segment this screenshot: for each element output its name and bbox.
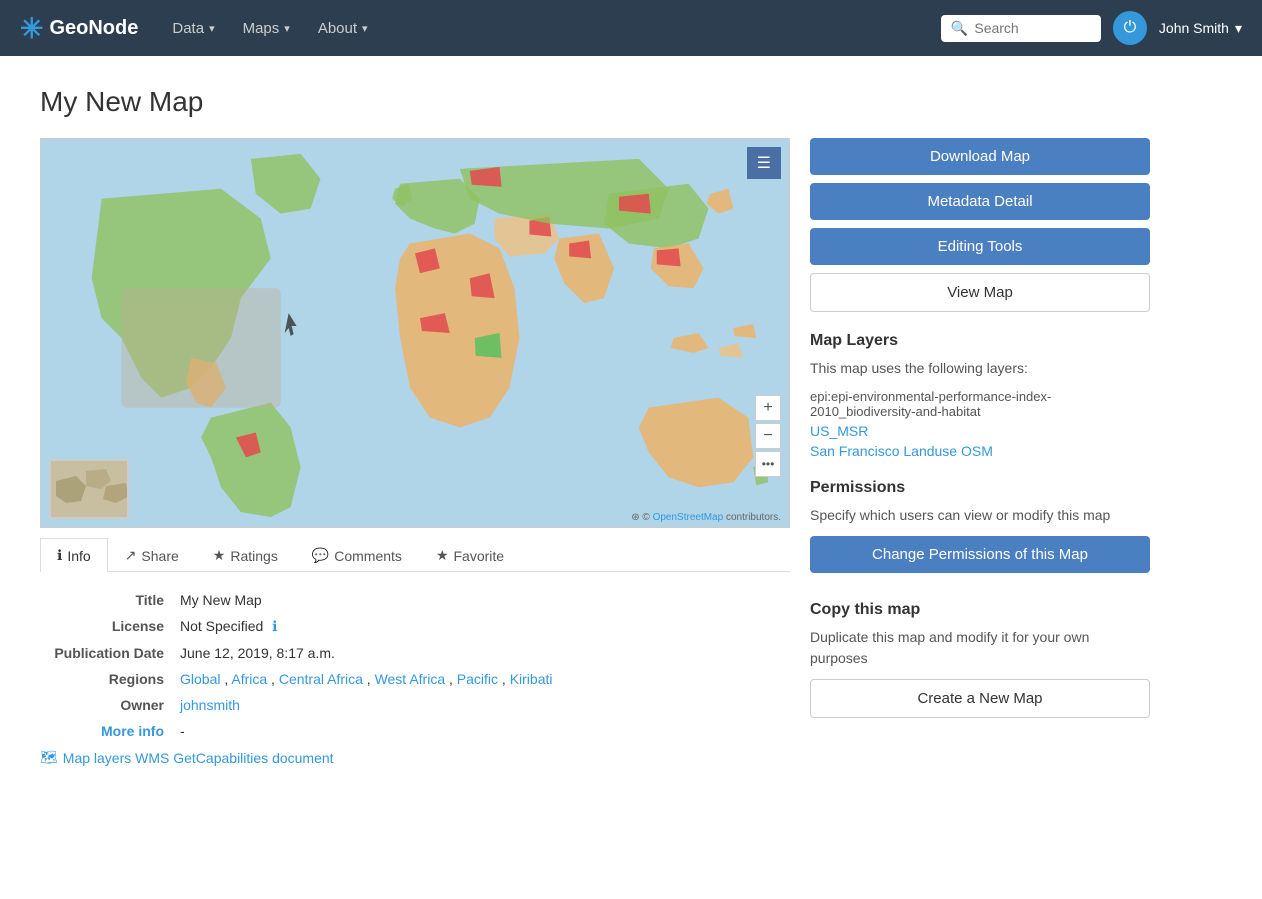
brand-icon: ✳ — [20, 12, 43, 45]
power-icon[interactable]: ⏻ — [1113, 11, 1147, 45]
copy-map-section: Copy this map Duplicate this map and mod… — [810, 601, 1150, 726]
map-menu-button[interactable]: ☰ — [747, 147, 781, 179]
map-layers-desc: This map uses the following layers: — [810, 358, 1150, 379]
zoom-in-button[interactable]: + — [755, 395, 781, 421]
map-wrapper[interactable]: ☰ + − ••• ⊛ © OpenS — [40, 138, 790, 528]
view-map-button[interactable]: View Map — [810, 273, 1150, 312]
wms-link-row: 🗺 Map layers WMS GetCapabilities documen… — [40, 749, 790, 766]
permissions-title: Permissions — [810, 479, 1150, 497]
owner-link[interactable]: johnsmith — [180, 697, 240, 713]
search-box[interactable]: 🔍 — [941, 15, 1101, 42]
region-central-africa[interactable]: Central Africa — [279, 671, 363, 687]
map-layers-title: Map Layers — [810, 332, 1150, 350]
info-row-license: License Not Specified ℹ — [40, 618, 790, 635]
info-row-regions: Regions Global , Africa , Central Africa… — [40, 671, 790, 687]
region-global[interactable]: Global — [180, 671, 220, 687]
share-icon: ↗ — [125, 547, 137, 564]
map-section: ☰ + − ••• ⊛ © OpenS — [40, 138, 790, 786]
info-row-owner: Owner johnsmith — [40, 697, 790, 713]
layer-text: epi:epi-environmental-performance-index-… — [810, 389, 1150, 419]
download-map-button[interactable]: Download Map — [810, 138, 1150, 175]
chevron-down-icon: ▾ — [284, 22, 290, 35]
metadata-detail-button[interactable]: Metadata Detail — [810, 183, 1150, 220]
openstreetmap-link[interactable]: OpenStreetMap — [653, 512, 724, 523]
chevron-down-icon: ▾ — [209, 22, 215, 35]
map-controls: + − ••• — [755, 395, 781, 477]
search-icon: 🔍 — [951, 20, 968, 37]
tab-comments[interactable]: 💬 Comments — [295, 538, 419, 572]
content-layout: ☰ + − ••• ⊛ © OpenS — [40, 138, 1222, 786]
map-thumbnail — [49, 459, 129, 519]
editing-tools-button[interactable]: Editing Tools — [810, 228, 1150, 265]
user-menu[interactable]: John Smith ▾ — [1159, 20, 1242, 37]
username: John Smith — [1159, 20, 1229, 36]
info-row-more: More info - — [40, 723, 790, 739]
map-more-button[interactable]: ••• — [755, 451, 781, 477]
sidebar: Download Map Metadata Detail Editing Too… — [810, 138, 1150, 746]
copy-map-desc: Duplicate this map and modify it for you… — [810, 627, 1150, 669]
tab-info[interactable]: ℹ Info — [40, 538, 108, 572]
region-africa[interactable]: Africa — [231, 671, 267, 687]
nav-data[interactable]: Data ▾ — [158, 0, 228, 56]
navbar-right: 🔍 ⏻ John Smith ▾ — [941, 11, 1242, 45]
navbar: ✳ GeoNode Data ▾ Maps ▾ About ▾ 🔍 ⏻ John… — [0, 0, 1262, 56]
map-layers-section: Map Layers This map uses the following l… — [810, 332, 1150, 459]
info-icon-small: ℹ — [272, 618, 277, 634]
wms-link[interactable]: 🗺 Map layers WMS GetCapabilities documen… — [40, 749, 790, 766]
map-svg — [41, 139, 789, 527]
tabs: ℹ Info ↗ Share ★ Ratings 💬 Comments ★ — [40, 538, 790, 572]
permissions-section: Permissions Specify which users can view… — [810, 479, 1150, 581]
user-chevron-icon: ▾ — [1235, 20, 1242, 37]
zoom-out-button[interactable]: − — [755, 423, 781, 449]
page-title: My New Map — [40, 86, 1222, 118]
region-pacific[interactable]: Pacific — [457, 671, 498, 687]
copy-map-title: Copy this map — [810, 601, 1150, 619]
brand-logo[interactable]: ✳ GeoNode — [20, 12, 138, 45]
info-icon: ℹ — [57, 547, 62, 564]
info-row-date: Publication Date June 12, 2019, 8:17 a.m… — [40, 645, 790, 661]
tab-favorite[interactable]: ★ Favorite — [419, 538, 521, 572]
create-new-map-button[interactable]: Create a New Map — [810, 679, 1150, 718]
info-panel: Title My New Map License Not Specified ℹ… — [40, 572, 790, 786]
layer-us-msr[interactable]: US_MSR — [810, 423, 1150, 439]
main-content: My New Map — [0, 56, 1262, 816]
region-west-africa[interactable]: West Africa — [375, 671, 446, 687]
nav-about[interactable]: About ▾ — [304, 0, 382, 56]
chevron-down-icon: ▾ — [362, 22, 368, 35]
layer-sf-landuse[interactable]: San Francisco Landuse OSM — [810, 443, 1150, 459]
change-permissions-button[interactable]: Change Permissions of this Map — [810, 536, 1150, 573]
region-kiribati[interactable]: Kiribati — [510, 671, 553, 687]
nav-maps[interactable]: Maps ▾ — [229, 0, 304, 56]
search-input[interactable] — [974, 20, 1091, 36]
brand-name: GeoNode — [49, 17, 138, 40]
favorite-icon: ★ — [436, 547, 449, 564]
map-icon: 🗺 — [40, 749, 58, 766]
info-row-title: Title My New Map — [40, 592, 790, 608]
comment-icon: 💬 — [312, 547, 329, 564]
permissions-desc: Specify which users can view or modify t… — [810, 505, 1150, 526]
more-info-link[interactable]: More info — [101, 723, 164, 739]
map-attribution: ⊛ © OpenStreetMap contributors. — [631, 512, 781, 523]
star-icon: ★ — [213, 547, 226, 564]
tab-share[interactable]: ↗ Share — [108, 538, 196, 572]
tab-ratings[interactable]: ★ Ratings — [196, 538, 295, 572]
